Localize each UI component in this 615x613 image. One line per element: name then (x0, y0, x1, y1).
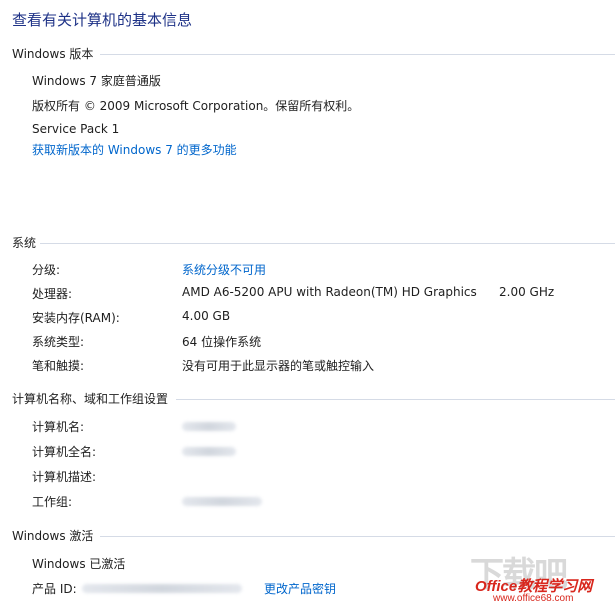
ram-value: 4.00 GB (182, 309, 231, 323)
rating-label: 分级: (32, 263, 61, 277)
processor-value: AMD A6-5200 APU with Radeon(TM) HD Graph… (182, 285, 477, 299)
processor-speed: 2.00 GHz (499, 285, 555, 299)
product-id-redacted (82, 584, 242, 593)
processor-label: 处理器: (32, 287, 73, 301)
workgroup-label: 工作组: (32, 495, 73, 509)
pen-touch-value: 没有可用于此显示器的笔或触控输入 (182, 359, 375, 373)
pen-touch-label: 笔和触摸: (32, 359, 85, 373)
section-divider (100, 54, 615, 55)
section-divider (100, 536, 615, 537)
system-type-value: 64 位操作系统 (182, 335, 262, 349)
copyright-text: 版权所有 © 2009 Microsoft Corporation。保留所有权利… (32, 99, 360, 113)
section-heading-computer-name: 计算机名称、域和工作组设置 (12, 392, 169, 406)
system-type-label: 系统类型: (32, 335, 85, 349)
watermark-url: www.office68.com (493, 593, 574, 604)
rating-link[interactable]: 系统分级不可用 (182, 261, 266, 278)
section-heading-activation: Windows 激活 (12, 529, 94, 543)
page-title: 查看有关计算机的基本信息 (12, 11, 193, 29)
section-divider (176, 399, 615, 400)
computer-fullname-redacted (182, 447, 236, 456)
section-heading-system: 系统 (12, 236, 37, 250)
upgrade-windows-link[interactable]: 获取新版本的 Windows 7 的更多功能 (32, 141, 237, 158)
section-divider (40, 243, 615, 244)
change-product-key-link[interactable]: 更改产品密钥 (264, 580, 336, 597)
computer-name-label: 计算机名: (32, 420, 85, 434)
computer-name-redacted (182, 422, 236, 431)
section-heading-windows-edition: Windows 版本 (12, 47, 94, 61)
activation-status: Windows 已激活 (32, 557, 126, 571)
ram-label: 安装内存(RAM): (32, 311, 120, 325)
service-pack: Service Pack 1 (32, 122, 120, 136)
computer-description-label: 计算机描述: (32, 470, 97, 484)
edition-name: Windows 7 家庭普通版 (32, 74, 161, 88)
workgroup-redacted (182, 497, 262, 506)
product-id-label: 产品 ID: (32, 582, 77, 596)
computer-fullname-label: 计算机全名: (32, 445, 97, 459)
